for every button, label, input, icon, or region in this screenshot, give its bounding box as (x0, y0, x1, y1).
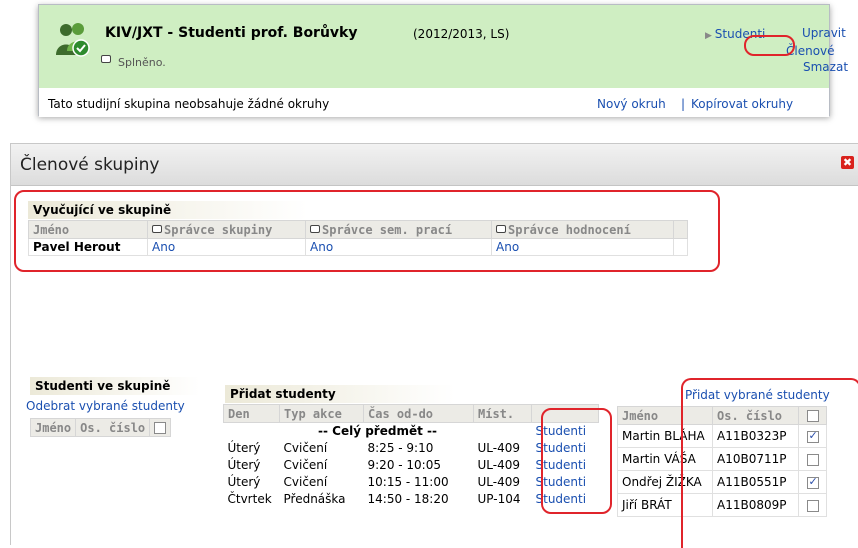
new-topic-link[interactable]: Nový okruh (597, 97, 666, 111)
candidate-id: A11B0323P (712, 424, 799, 448)
comment-icon (152, 225, 162, 233)
schedule-type: Cvičení (283, 475, 328, 489)
group-status: Splněno. (118, 56, 166, 69)
table-row: Úterý Cvičení 9:20 - 10:05 UL-409 Studen… (224, 457, 599, 474)
students-select-all[interactable] (149, 418, 172, 437)
schedule-col-room: Míst. (473, 404, 532, 423)
teachers-col-sem: Správce sem. prací (305, 220, 492, 239)
table-row: -- Celý předmět -- Studenti (224, 423, 599, 440)
table-row: Martin BLÁHA A11B0323P (617, 424, 827, 448)
candidate-id: A11B0809P (712, 493, 799, 517)
schedule-type: Cvičení (283, 458, 328, 472)
schedule-time: 14:50 - 18:20 (367, 492, 449, 506)
schedule-day: Úterý (227, 475, 261, 489)
students-link[interactable]: Studenti (536, 492, 587, 506)
add-selected-link[interactable]: Přidat vybrané studenty (685, 388, 830, 402)
candidate-id: A10B0711P (712, 447, 799, 471)
students-link[interactable]: Studenti (536, 441, 587, 455)
table-row: Ondřej ŽIŽKA A11B0551P (617, 470, 827, 494)
schedule-col-time: Čas od-do (363, 404, 474, 423)
schedule-day: Čtvrtek (227, 492, 272, 506)
group-students-link-label: Studenti (714, 27, 766, 41)
table-row: Martin VÁŠA A10B0711P (617, 447, 827, 471)
schedule-time: 10:15 - 11:00 (367, 475, 449, 489)
candidate-checkbox[interactable] (806, 429, 819, 443)
candidate-id: A11B0551P (712, 470, 799, 494)
add-students-label: Přidat studenty (225, 385, 455, 403)
comment-icon (101, 55, 111, 63)
delete-group-link[interactable]: Smazat (803, 60, 848, 74)
group-students-link[interactable]: ▶ Studenti (705, 27, 765, 41)
teacher-eval-value[interactable]: Ano (496, 240, 519, 254)
students-link[interactable]: Studenti (536, 458, 587, 472)
students-col-id: Os. číslo (75, 418, 151, 437)
members-link[interactable]: Členové (786, 44, 835, 58)
comment-icon (496, 225, 506, 233)
students-section-label: Studenti ve skupině (30, 377, 200, 395)
candidate-name: Martin VÁŠA (617, 447, 713, 471)
group-period: (2012/2013, LS) (413, 27, 510, 41)
teacher-name: Pavel Herout (28, 238, 148, 256)
dialog-title: Členové skupiny (20, 155, 160, 175)
students-table: Jméno Os. číslo (29, 418, 172, 437)
schedule-day: Úterý (227, 441, 261, 455)
teacher-admin-value[interactable]: Ano (152, 240, 175, 254)
group-title: KIV/JXT - Studenti prof. Borůvky (105, 25, 358, 41)
candidates-col-id: Os. číslo (712, 406, 799, 425)
candidates-col-name: Jméno (617, 406, 713, 425)
teachers-col-name: Jméno (28, 220, 148, 239)
members-dialog: Členové skupiny ✖ Vyučující ve skupině J… (10, 143, 858, 548)
students-col-name: Jméno (29, 418, 77, 437)
teachers-col-admin: Správce skupiny (147, 220, 306, 239)
select-all-checkbox[interactable] (154, 422, 167, 434)
select-all-candidates-checkbox[interactable] (806, 410, 819, 422)
teachers-col-extra (673, 220, 688, 239)
comment-icon (310, 225, 320, 233)
study-group-card: KIV/JXT - Studenti prof. Borůvky (2012/2… (38, 4, 848, 117)
candidate-name: Ondřej ŽIŽKA (617, 470, 713, 494)
teachers-col-eval: Správce hodnocení (491, 220, 674, 239)
close-icon[interactable]: ✖ (841, 156, 854, 169)
edit-group-link[interactable]: Upravit (802, 26, 846, 40)
schedule-day: Úterý (227, 458, 261, 472)
table-row: Úterý Cvičení 8:25 - 9:10 UL-409 Student… (224, 440, 599, 457)
link-separator: | (681, 97, 686, 111)
schedule-table: Den Typ akce Čas od-do Míst. -- Celý pře… (223, 404, 599, 508)
schedule-time: 8:25 - 9:10 (367, 441, 434, 455)
students-link[interactable]: Studenti (536, 475, 587, 489)
group-users-icon (56, 23, 90, 57)
candidate-checkbox[interactable] (806, 453, 819, 466)
dialog-header: Členové skupiny ✖ (11, 144, 858, 186)
schedule-room: UL-409 (477, 441, 521, 455)
teachers-table: Jméno Správce skupiny Správce sem. prací… (28, 220, 688, 256)
schedule-type: Cvičení (283, 441, 328, 455)
teachers-section-label: Vyučující ve skupině (28, 201, 308, 219)
schedule-time: 9:20 - 10:05 (367, 458, 442, 472)
schedule-type: Přednáška (283, 492, 346, 506)
table-row: Čtvrtek Přednáška 14:50 - 18:20 UP-104 S… (224, 491, 599, 508)
table-row: Pavel Herout Ano Ano Ano (28, 238, 688, 256)
group-card-header (39, 5, 829, 88)
copy-topics-link[interactable]: Kopírovat okruhy (691, 97, 793, 111)
candidate-name: Jiří BRÁT (617, 493, 713, 517)
teacher-sem-value[interactable]: Ano (310, 240, 333, 254)
arrow-right-icon: ▶ (705, 31, 715, 41)
schedule-room: UL-409 (477, 475, 521, 489)
schedule-col-type: Typ akce (279, 404, 364, 423)
table-row: Úterý Cvičení 10:15 - 11:00 UL-409 Stude… (224, 474, 599, 491)
students-link-whole[interactable]: Studenti (536, 424, 587, 438)
whole-subject-row: -- Celý předmět -- (318, 424, 437, 439)
candidate-checkbox[interactable] (806, 475, 819, 489)
remove-selected-link[interactable]: Odebrat vybrané studenty (26, 399, 185, 413)
candidate-name: Martin BLÁHA (617, 424, 713, 448)
no-topics-text: Tato studijní skupina neobsahuje žádné o… (48, 97, 330, 111)
schedule-room: UP-104 (477, 492, 521, 506)
candidate-checkbox[interactable] (806, 499, 819, 512)
candidates-table: Jméno Os. číslo Martin BLÁHA A11B0323P M… (617, 406, 827, 517)
table-row: Jiří BRÁT A11B0809P (617, 493, 827, 517)
schedule-room: UL-409 (477, 458, 521, 472)
schedule-col-day: Den (223, 404, 280, 423)
